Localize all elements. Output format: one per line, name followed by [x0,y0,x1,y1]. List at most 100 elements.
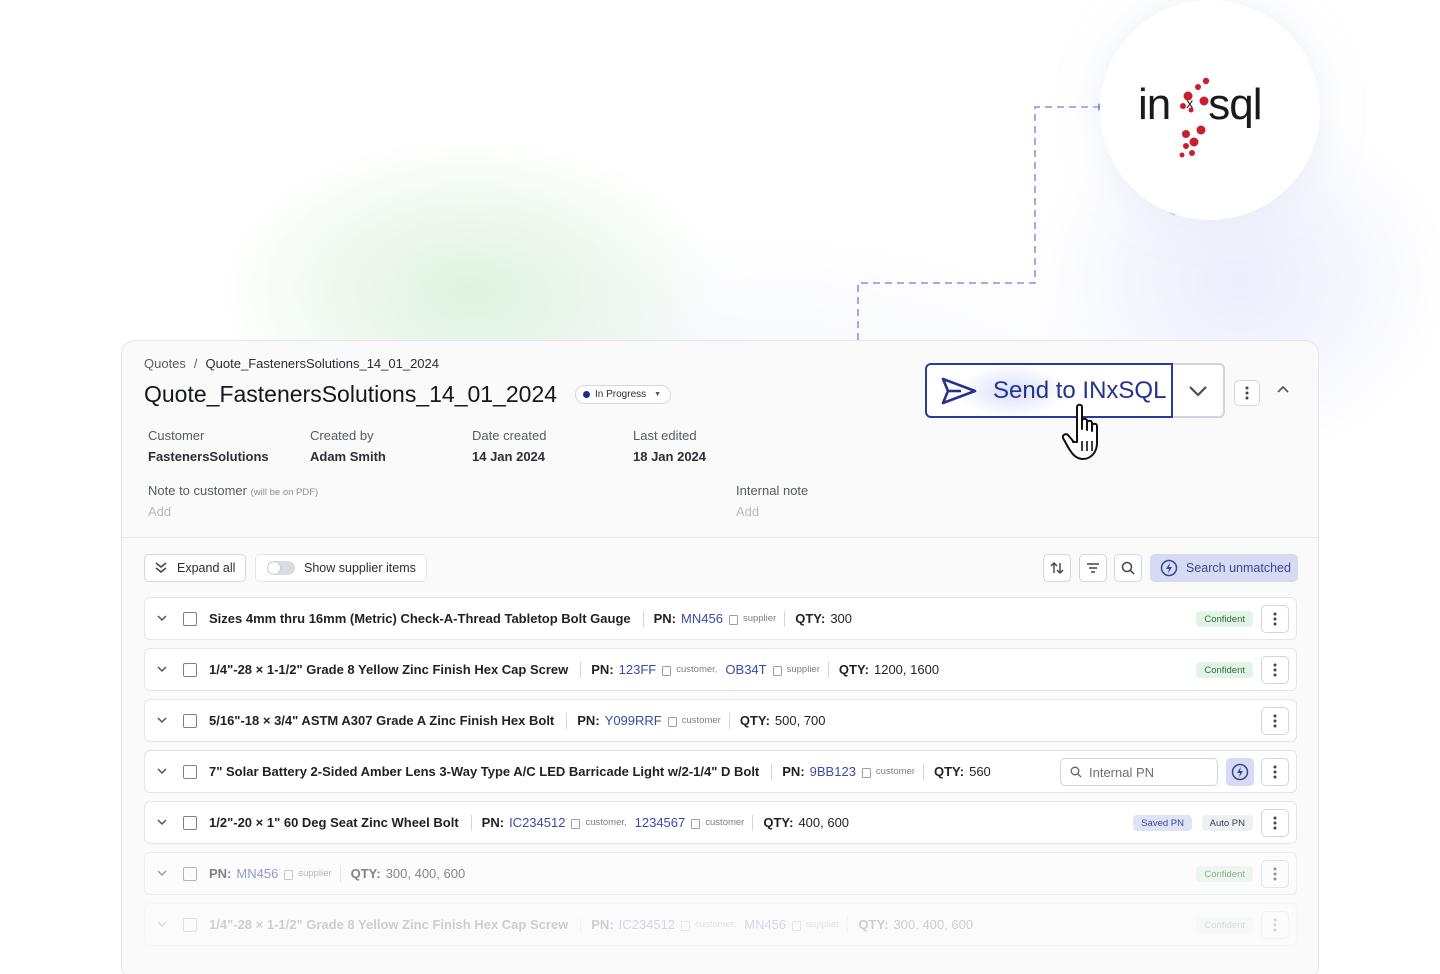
pn-code[interactable]: MN456 [744,917,786,932]
search-icon [1121,561,1135,575]
filter-icon [1087,563,1099,573]
search-button[interactable] [1114,554,1142,582]
breadcrumb-root[interactable]: Quotes [144,356,186,371]
meta-value: 18 Jan 2024 [633,449,707,464]
auto-pn-badge: Auto PN [1201,815,1253,831]
meta-date-created: Date created 14 Jan 2024 [472,428,546,464]
internal-pn-search-input[interactable]: Internal PN [1060,758,1218,786]
pn-code[interactable]: MN456 [681,611,723,626]
qty-label: QTY: [795,611,826,626]
chevron-down-icon[interactable] [145,768,179,775]
qty-value: 400, 600 [798,815,850,830]
copy-icon[interactable] [691,818,701,829]
pn-code[interactable]: IC234512 [619,917,675,932]
note-hint: (will be on PDF) [250,487,319,498]
chevron-down-icon[interactable] [145,717,179,724]
meta-label: Created by [310,428,374,443]
confident-badge: Confident [1196,917,1253,933]
expand-all-button[interactable]: Expand all [144,554,246,582]
divider [771,763,773,780]
qty-label: QTY: [739,713,770,728]
hand-cursor-icon [1062,403,1098,460]
pn-label: PN: [653,611,677,626]
table-row[interactable]: 5/16"-18 × 3/4" ASTM A307 Grade A Zinc F… [144,699,1297,742]
kebab-icon [1273,765,1277,779]
qty-value: 300, 400, 600 [893,917,974,932]
pn-source: supplier [742,613,777,624]
search-unmatched-label: Search unmatched [1186,561,1291,575]
sort-button[interactable] [1043,554,1071,582]
chevron-down-icon[interactable] [145,615,179,622]
divider [847,916,849,933]
note-to-customer-field[interactable]: Add [148,504,318,519]
logo-dots-icon [1179,77,1210,158]
row-checkbox[interactable] [183,764,197,779]
meta-value: 14 Jan 2024 [472,449,546,464]
more-options-button[interactable] [1234,380,1260,406]
copy-icon[interactable] [662,665,672,676]
row-checkbox[interactable] [183,662,197,677]
show-supplier-items-toggle[interactable]: Show supplier items [255,554,427,582]
row-menu-button[interactable] [1261,911,1289,939]
pn-source: supplier [298,868,332,879]
copy-icon[interactable] [284,869,294,880]
row-checkbox[interactable] [183,713,197,728]
table-row[interactable]: 1/4"-28 × 1-1/2" Grade 8 Yellow Zinc Fin… [144,903,1297,946]
meta-label: Customer [148,428,205,443]
pn-label: PN: [591,917,614,932]
table-row[interactable]: 1/2"-20 × 1" 60 Deg Seat Zinc Wheel Bolt… [144,801,1297,844]
copy-icon[interactable] [861,767,871,778]
table-row[interactable]: 1/4"-28 × 1-1/2" Grade 8 Yellow Zinc Fin… [144,648,1297,691]
item-name: 1/4"-28 × 1-1/2" Grade 8 Yellow Zinc Fin… [209,662,569,677]
chevron-down-icon[interactable] [145,921,179,928]
copy-icon[interactable] [772,665,782,676]
table-row[interactable]: Sizes 4mm thru 16mm (Metric) Check-A-Thr… [144,597,1297,640]
copy-icon[interactable] [728,614,738,625]
row-menu-button[interactable] [1261,656,1289,684]
row-checkbox[interactable] [183,815,197,830]
row-checkbox[interactable] [183,917,197,932]
pn-code[interactable]: 123FF [619,662,657,677]
copy-icon[interactable] [571,818,581,829]
copy-icon[interactable] [667,716,677,727]
pn-code[interactable]: 9BB123 [810,764,856,779]
filter-button[interactable] [1079,554,1107,582]
chevron-down-icon[interactable] [145,870,179,877]
send-to-inxsql-button[interactable]: Send to INxSQL [925,363,1173,418]
search-icon [1070,766,1082,778]
row-menu-button[interactable] [1261,707,1289,735]
pn-code[interactable]: OB34T [725,662,766,677]
status-dropdown[interactable]: In Progress ▼ [575,385,672,404]
pn-source: supplier [786,664,820,675]
chevron-down-icon[interactable] [145,819,179,826]
pn-code[interactable]: 1234567 [635,815,686,830]
table-row[interactable]: PN: MN456 supplier QTY: 300, 400, 600 Con… [144,852,1297,895]
chevron-down-icon[interactable] [145,666,179,673]
search-unmatched-button[interactable]: Search unmatched [1150,554,1298,582]
row-checkbox[interactable] [183,866,197,881]
pn-code[interactable]: MN456 [236,866,278,881]
kebab-icon [1245,386,1249,400]
pn-code[interactable]: Y099RRF [605,713,662,728]
row-menu-button[interactable] [1261,605,1289,633]
internal-note-field[interactable]: Add [736,504,808,519]
note-to-customer[interactable]: Note to customer (will be on PDF) Add [148,483,318,519]
qty-label: QTY: [763,815,794,830]
divider [580,661,582,678]
internal-note[interactable]: Internal note Add [736,483,808,519]
toggle-switch[interactable] [267,561,295,575]
copy-icon[interactable] [681,920,691,931]
lightning-icon [1231,763,1249,781]
pn-code[interactable]: IC234512 [509,815,565,830]
confident-badge: Confident [1196,611,1253,627]
row-menu-button[interactable] [1261,860,1289,888]
chevron-up-icon[interactable] [1276,384,1290,394]
row-checkbox[interactable] [183,611,197,626]
send-options-dropdown[interactable] [1173,363,1225,418]
table-row[interactable]: 7" Solar Battery 2-Sided Amber Lens 3-Wa… [144,750,1297,793]
row-menu-button[interactable] [1261,809,1289,837]
copy-icon[interactable] [792,920,802,931]
auto-match-button[interactable] [1226,758,1254,786]
row-menu-button[interactable] [1261,758,1289,786]
qty-label: QTY: [858,917,889,932]
